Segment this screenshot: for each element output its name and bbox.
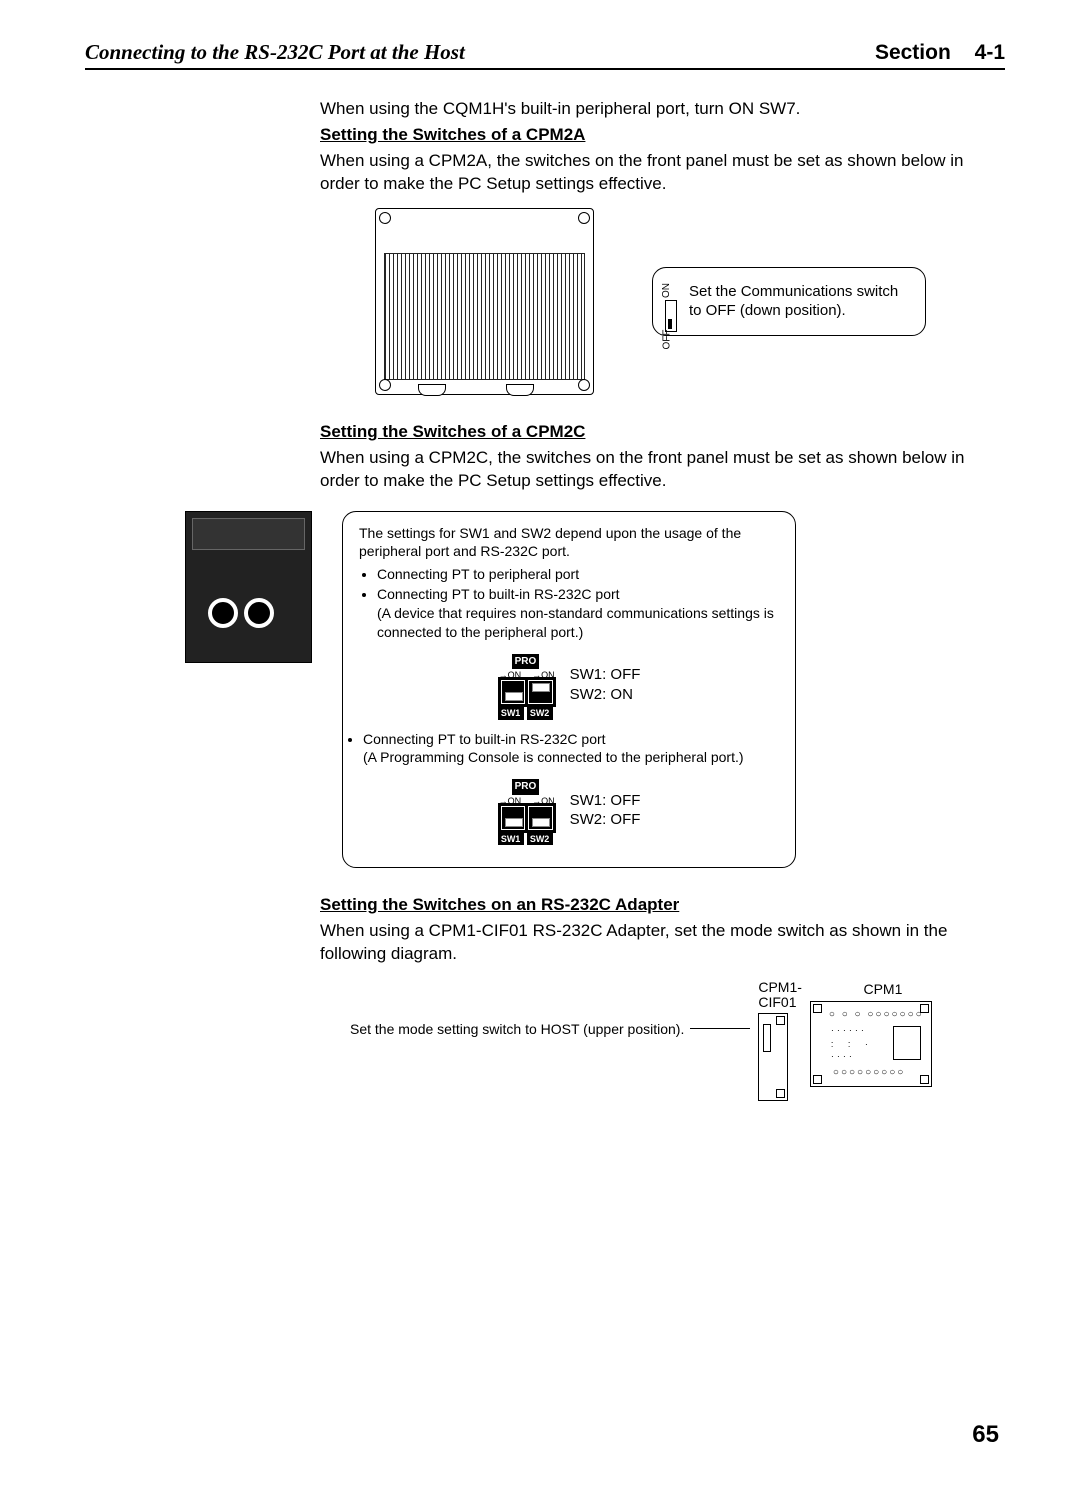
adapter-hardware: CPM1- CIF01 CPM1 ○ ○ ○ ○○○○○○○ ······ : … xyxy=(758,980,932,1101)
cpm2c-bullet-list-2: Connecting PT to built-in RS-232C port (… xyxy=(363,730,779,768)
cpm2c-bullet3: Connecting PT to built-in RS-232C port (… xyxy=(363,730,779,768)
section-label: Section xyxy=(875,41,951,64)
header-section: Section 4-1 xyxy=(875,41,1005,65)
switch-diagram-2: PRO →ON →ON SW1SW2 SW1: OFF SW2: OFF xyxy=(359,775,779,845)
switch-state-1: SW1: OFF SW2: ON xyxy=(570,665,641,704)
cpm2a-heading: Setting the Switches of a CPM2A xyxy=(320,124,1005,147)
adapter-body: When using a CPM1-CIF01 RS-232C Adapter,… xyxy=(320,920,1005,966)
cpm2c-heading: Setting the Switches of a CPM2C xyxy=(320,421,1005,444)
switch-state-2: SW1: OFF SW2: OFF xyxy=(570,791,641,830)
adapter-caption: Set the mode setting switch to HOST (upp… xyxy=(350,1020,684,1039)
adapter-heading: Setting the Switches on an RS-232C Adapt… xyxy=(320,894,1005,917)
cpm2c-diagram-row: The settings for SW1 and SW2 depend upon… xyxy=(85,511,1005,868)
cpm1-drawing: ○ ○ ○ ○○○○○○○ ······ : : · ···· ○○○○○○○○… xyxy=(810,1001,932,1087)
cpm2a-callout-box: ON OFF Set the Communications switch to … xyxy=(652,267,926,336)
cpm2c-box-intro: The settings for SW1 and SW2 depend upon… xyxy=(359,524,779,562)
cif01-label: CPM1- CIF01 xyxy=(758,980,802,1011)
cpm2c-bullet1: Connecting PT to peripheral port xyxy=(377,565,779,584)
cpm2a-device-drawing xyxy=(375,208,594,395)
intro-line: When using the CQM1H's built-in peripher… xyxy=(320,98,1005,121)
switch-off-label: OFF xyxy=(661,329,674,349)
sw1-cell xyxy=(501,680,526,704)
content-block-2: Setting the Switches of a CPM2C When usi… xyxy=(320,421,1005,493)
pro-label: PRO xyxy=(512,654,540,670)
cif01-drawing xyxy=(758,1013,788,1101)
cpm1-label: CPM1 xyxy=(834,980,932,999)
leader-line xyxy=(690,1028,750,1029)
cpm2c-device-drawing xyxy=(185,511,312,663)
cpm2c-bullet2: Connecting PT to built-in RS-232C port (… xyxy=(377,585,779,642)
cpm2c-bullet2-note: (A device that requires non-standard com… xyxy=(377,605,774,640)
cpm2c-body: When using a CPM2C, the switches on the … xyxy=(320,447,1005,493)
cpm2c-bullet3-note: (A Programming Console is connected to t… xyxy=(363,749,744,765)
sw2-cell xyxy=(528,680,553,704)
cpm2a-body: When using a CPM2A, the switches on the … xyxy=(320,150,1005,196)
section-number: 4-1 xyxy=(975,41,1005,64)
adapter-diagram: Set the mode setting switch to HOST (upp… xyxy=(320,980,1005,1101)
switch-on-label: ON xyxy=(660,283,673,298)
content-block-1: When using the CQM1H's built-in peripher… xyxy=(320,98,1005,196)
cpm2c-bullet-list-1: Connecting PT to peripheral port Connect… xyxy=(377,565,779,642)
cpm2a-callout-text: Set the Communications switch to OFF (do… xyxy=(689,283,898,320)
page-header: Connecting to the RS-232C Port at the Ho… xyxy=(85,40,1005,70)
cpm2a-diagram: ON OFF Set the Communications switch to … xyxy=(320,208,1005,395)
content-block-3: Setting the Switches on an RS-232C Adapt… xyxy=(320,894,1005,1101)
cpm2c-settings-box: The settings for SW1 and SW2 depend upon… xyxy=(342,511,796,868)
switch-diagram-1: PRO →ON →ON SW1SW2 SW1: OFF SW2: ON xyxy=(359,650,779,720)
header-title: Connecting to the RS-232C Port at the Ho… xyxy=(85,40,465,65)
comm-switch-icon: ON OFF xyxy=(661,286,677,344)
